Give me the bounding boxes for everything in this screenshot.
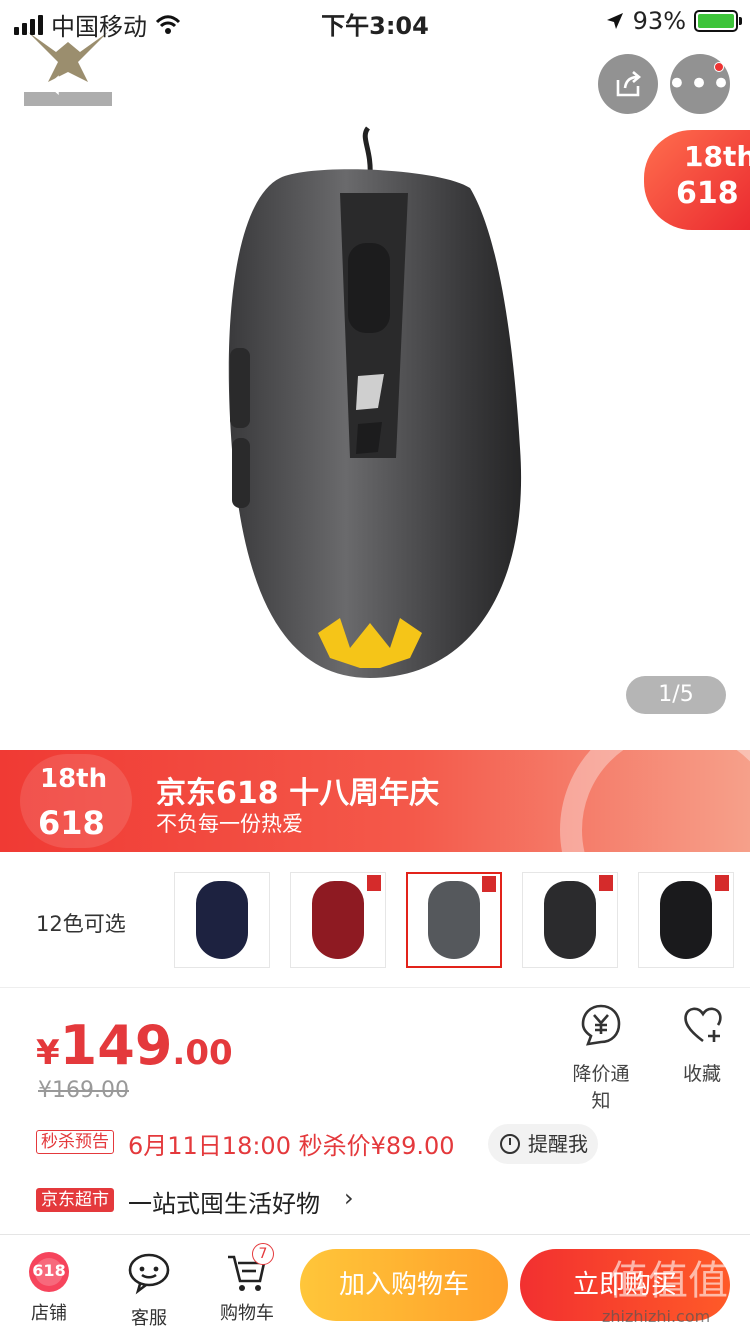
chat-service-icon xyxy=(128,1253,170,1295)
battery-percent: 93% xyxy=(632,7,686,35)
promo-logo-618: 618 xyxy=(38,804,105,842)
anniversary-badge: 18th 618 xyxy=(644,130,750,230)
flash-sale-tag: 秒杀预告 xyxy=(36,1130,114,1154)
chevron-right-icon: › xyxy=(344,1184,354,1212)
variant-thumb[interactable] xyxy=(522,872,618,968)
price-integer: 149 xyxy=(59,1014,173,1077)
shop-label: 店铺 xyxy=(31,1303,67,1324)
product-image-carousel[interactable]: ‹ ••• 18th 618 1/5 xyxy=(0,0,750,750)
price-decimal: .00 xyxy=(172,1033,233,1073)
cart-tab[interactable]: 7 购物车 xyxy=(212,1243,282,1325)
variant-thumb[interactable] xyxy=(638,872,734,968)
variant-mouse-image xyxy=(196,881,248,959)
promo-corner-tag xyxy=(482,876,496,892)
supermarket-tag: 京东超市 xyxy=(36,1188,114,1212)
store-icon: 618 xyxy=(26,1249,72,1295)
promo-title: 京东618 十八周年庆 xyxy=(156,776,440,811)
variant-mouse-image xyxy=(312,881,364,959)
cart-label: 购物车 xyxy=(220,1303,274,1324)
cart-count-badge: 7 xyxy=(252,1243,274,1265)
variant-mouse-image xyxy=(660,881,712,959)
shop-tab[interactable]: 618 店铺 xyxy=(14,1249,84,1325)
decorative-ring xyxy=(560,750,750,852)
favorite-button[interactable]: 收藏 xyxy=(680,1002,724,1086)
price-alert-label: 降价通知 xyxy=(572,1063,630,1112)
status-bar: 中国移动 下午3:04 93% xyxy=(0,0,750,41)
supermarket-row[interactable]: 京东超市 一站式囤生活好物 › xyxy=(0,1180,750,1220)
service-label: 客服 xyxy=(131,1308,167,1329)
price-alert-button[interactable]: 降价通知 xyxy=(564,1002,638,1113)
variant-thumb[interactable] xyxy=(174,872,270,968)
add-to-cart-button[interactable]: 加入购物车 xyxy=(300,1249,508,1321)
badge-618: 618 xyxy=(676,176,739,211)
share-button[interactable] xyxy=(598,54,658,114)
promo-corner-tag xyxy=(599,875,613,891)
notification-dot xyxy=(714,62,724,72)
promo-logo-18th: 18th xyxy=(40,764,108,794)
price-currency: ¥ xyxy=(36,1033,60,1073)
product-mouse-image xyxy=(228,126,522,679)
price-section: ¥149.00 ¥169.00 降价通知 收藏 xyxy=(0,990,750,1113)
badge-18th: 18th xyxy=(684,140,750,173)
image-page-indicator: 1/5 xyxy=(626,676,726,714)
store-icon-text: 618 xyxy=(32,1261,66,1280)
promo-618-logo: 18th 618 xyxy=(20,754,132,848)
promo-corner-tag xyxy=(367,875,381,891)
variant-mouse-image xyxy=(544,881,596,959)
promo-banner[interactable]: 18th 618 京东618 十八周年庆 不负每一份热爱 xyxy=(0,750,750,852)
remind-me-label: 提醒我 xyxy=(528,1132,588,1156)
back-icon[interactable]: ‹ xyxy=(24,54,84,114)
color-variants: 12色可选 xyxy=(0,852,750,988)
variant-count-label: 12色可选 xyxy=(36,912,126,936)
variant-thumb[interactable] xyxy=(406,872,502,968)
share-icon xyxy=(616,71,642,97)
customer-service-tab[interactable]: 客服 xyxy=(114,1249,184,1330)
promo-subtitle: 不负每一份热爱 xyxy=(156,812,303,836)
price-drop-bell-icon xyxy=(581,1004,621,1046)
flash-sale-preview: 秒杀预告 6月11日18:00 秒杀价¥89.00 提醒我 xyxy=(0,1120,750,1168)
remind-me-button[interactable]: 提醒我 xyxy=(488,1124,598,1164)
current-price: ¥149.00 xyxy=(36,1014,233,1077)
variant-thumb[interactable] xyxy=(290,872,386,968)
location-arrow-icon xyxy=(606,13,623,29)
more-icon: ••• xyxy=(666,64,734,104)
bottom-action-bar: 618 店铺 客服 7 购物车 加入购物车 立即购买 xyxy=(0,1234,750,1334)
variant-mouse-image xyxy=(428,881,480,959)
flash-sale-text: 6月11日18:00 秒杀价¥89.00 xyxy=(128,1132,455,1160)
more-button[interactable]: ••• xyxy=(666,54,734,114)
promo-corner-tag xyxy=(715,875,729,891)
alarm-clock-icon xyxy=(500,1134,520,1154)
supermarket-text: 一站式囤生活好物 xyxy=(128,1190,320,1218)
original-price: ¥169.00 xyxy=(38,1078,129,1103)
battery-icon xyxy=(694,10,742,32)
heart-add-icon xyxy=(684,1007,722,1043)
buy-now-button[interactable]: 立即购买 xyxy=(520,1249,730,1321)
favorite-label: 收藏 xyxy=(682,1063,721,1085)
